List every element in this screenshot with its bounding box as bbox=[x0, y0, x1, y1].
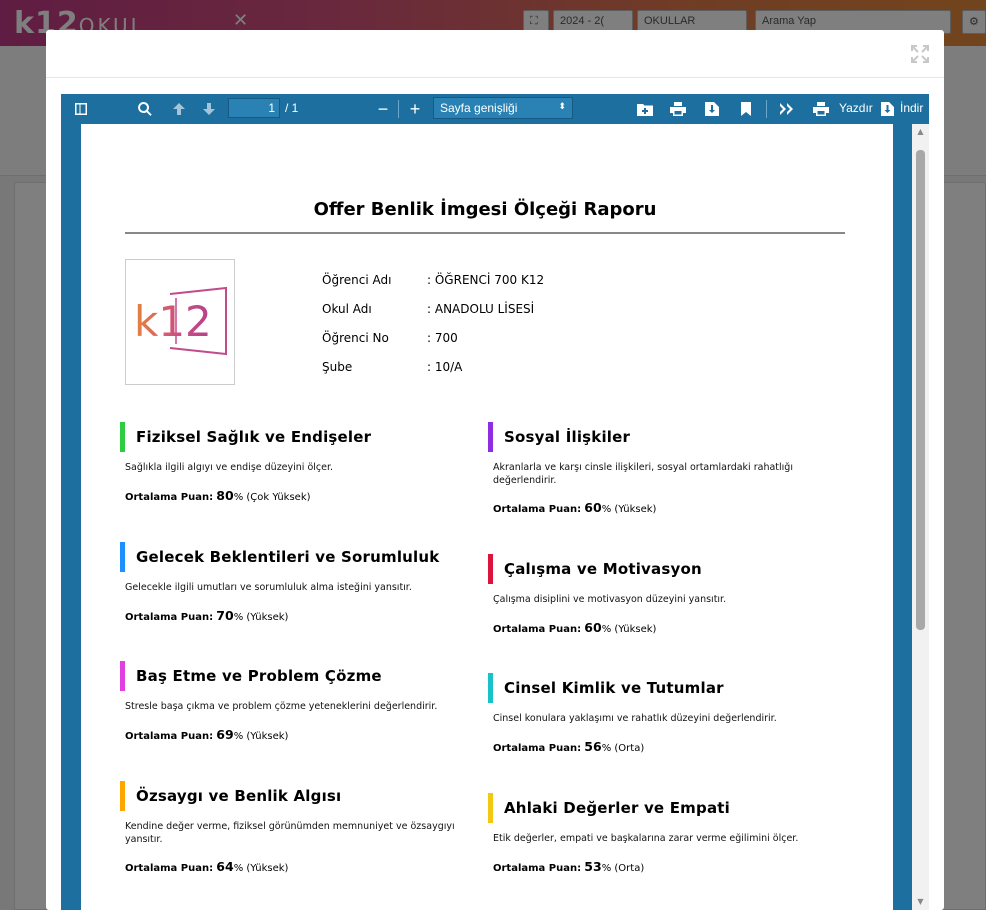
section-score: Ortalama Puan: 64% (Yüksek) bbox=[125, 859, 289, 874]
bookmark-icon[interactable] bbox=[736, 99, 756, 119]
download-button[interactable]: İndir bbox=[900, 101, 923, 115]
report-title: Offer Benlik İmgesi Ölçeği Raporu bbox=[313, 199, 657, 220]
pdf-scrollbar[interactable]: ▲ ▼ bbox=[912, 124, 929, 910]
section-score: Ortalama Puan: 70% (Yüksek) bbox=[125, 608, 289, 623]
section-description: Gelecekle ilgili umutları ve sorumluluk … bbox=[125, 582, 412, 593]
svg-text:k12: k12 bbox=[134, 297, 212, 346]
section-title: Gelecek Beklentileri ve Sorumluluk bbox=[136, 548, 440, 566]
section-score: Ortalama Puan: 69% (Yüksek) bbox=[125, 727, 289, 742]
toolbar-separator bbox=[766, 100, 767, 118]
section-title: Ahlaki Değerler ve Empati bbox=[504, 799, 730, 817]
section-color-bar bbox=[120, 422, 125, 452]
print-icon[interactable] bbox=[811, 99, 831, 119]
expand-icon[interactable] bbox=[910, 44, 930, 64]
section-title: Çalışma ve Motivasyon bbox=[504, 560, 702, 578]
section-title: Fiziksel Sağlık ve Endişeler bbox=[136, 428, 372, 446]
section-color-bar bbox=[488, 422, 493, 452]
open-file-icon[interactable] bbox=[635, 99, 655, 119]
pdf-page-area: Offer Benlik İmgesi Ölçeği Raporu k12 Öğ… bbox=[61, 124, 929, 910]
k12-logo: k12 bbox=[125, 259, 235, 385]
sidebar-toggle-icon[interactable] bbox=[71, 99, 91, 119]
scroll-up-icon[interactable]: ▲ bbox=[916, 128, 925, 136]
pdf-page: Offer Benlik İmgesi Ölçeği Raporu k12 Öğ… bbox=[81, 124, 893, 910]
section-title: Sosyal İlişkiler bbox=[504, 428, 631, 446]
zoom-in-button[interactable]: + bbox=[405, 99, 425, 119]
section-color-bar bbox=[120, 781, 125, 811]
toolbar-separator bbox=[398, 100, 399, 118]
next-page-icon[interactable] bbox=[199, 99, 219, 119]
pdf-toolbar: 1 / 1 − + Sayfa genişliği ⬍ Yazdır İndir bbox=[61, 94, 929, 124]
section-description: Akranlarla ve karşı cinsle ilişkileri, s… bbox=[493, 462, 793, 486]
scroll-thumb[interactable] bbox=[916, 150, 925, 630]
section-title: Baş Etme ve Problem Çözme bbox=[136, 667, 382, 685]
more-tools-icon[interactable] bbox=[777, 99, 797, 119]
page-total: / 1 bbox=[285, 101, 299, 115]
download-icon[interactable] bbox=[879, 99, 895, 119]
section-score: Ortalama Puan: 60% (Yüksek) bbox=[493, 620, 657, 635]
section-description: Kendine değer verme, fiziksel görünümden… bbox=[125, 821, 455, 845]
save-icon[interactable] bbox=[702, 99, 722, 119]
section-description: Etik değerler, empati ve başkalarına zar… bbox=[493, 833, 799, 844]
section-score: Ortalama Puan: 56% (Orta) bbox=[493, 739, 645, 754]
section-color-bar bbox=[120, 661, 125, 691]
section-description: Çalışma disiplini ve motivasyon düzeyini… bbox=[493, 594, 727, 605]
scroll-down-icon[interactable]: ▼ bbox=[916, 898, 925, 906]
chevron-updown-icon: ⬍ bbox=[558, 101, 566, 111]
section-description: Stresle başa çıkma ve problem çözme yete… bbox=[125, 701, 438, 712]
pdf-viewer: 1 / 1 − + Sayfa genişliği ⬍ Yazdır İndir… bbox=[61, 94, 929, 910]
section-color-bar bbox=[488, 554, 493, 584]
zoom-out-button[interactable]: − bbox=[373, 99, 393, 119]
section-score: Ortalama Puan: 53% (Orta) bbox=[493, 859, 645, 874]
section-description: Sağlıkla ilgili algıyı ve endişe düzeyin… bbox=[125, 462, 334, 473]
search-icon[interactable] bbox=[135, 99, 155, 119]
print-icon[interactable] bbox=[668, 99, 688, 119]
zoom-select[interactable]: Sayfa genişliği ⬍ bbox=[433, 97, 573, 119]
section-score: Ortalama Puan: 60% (Yüksek) bbox=[493, 500, 657, 515]
zoom-select-value: Sayfa genişliği bbox=[440, 101, 518, 115]
section-description: Cinsel konulara yaklaşımı ve rahatlık dü… bbox=[493, 713, 777, 724]
section-color-bar bbox=[488, 793, 493, 823]
section-color-bar bbox=[120, 542, 125, 572]
section-score: Ortalama Puan: 80% (Çok Yüksek) bbox=[125, 488, 311, 503]
page-number-input[interactable]: 1 bbox=[228, 98, 280, 118]
modal-header bbox=[46, 30, 944, 78]
print-button[interactable]: Yazdır bbox=[839, 101, 873, 115]
previous-page-icon[interactable] bbox=[169, 99, 189, 119]
section-title: Cinsel Kimlik ve Tutumlar bbox=[504, 679, 724, 697]
title-divider bbox=[125, 232, 845, 234]
section-color-bar bbox=[488, 673, 493, 703]
report-modal: 1 / 1 − + Sayfa genişliği ⬍ Yazdır İndir… bbox=[46, 30, 944, 910]
section-title: Özsaygı ve Benlik Algısı bbox=[136, 787, 342, 805]
